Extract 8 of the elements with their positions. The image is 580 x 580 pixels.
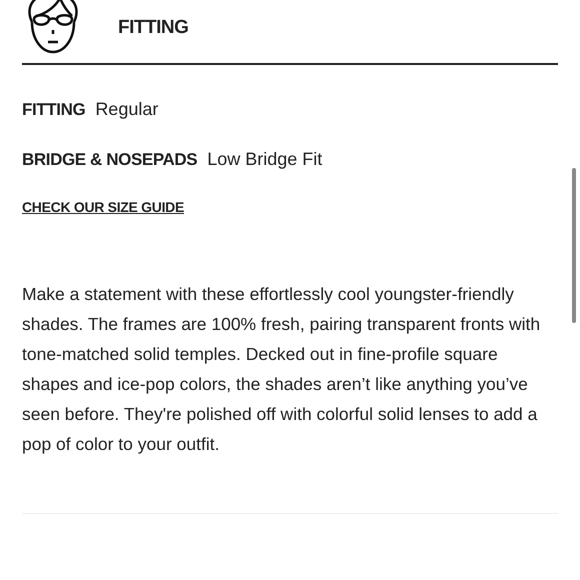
spec-value: Low Bridge Fit	[207, 149, 322, 170]
size-guide-link[interactable]: CHECK OUR SIZE GUIDE	[22, 199, 184, 215]
scrollbar[interactable]	[572, 168, 576, 323]
spec-label: FITTING	[22, 100, 86, 120]
spec-label: BRIDGE & NOSEPADS	[22, 150, 198, 170]
section-title: FITTING	[118, 16, 188, 39]
product-description: Make a statement with these effortlessly cool youngster-friendly shades. The frames are 100% fresh, pairing transparent fronts with tone-matched solid temples. Decked out in fine-profile square shapes and ice-pop colors, the shades aren’t like anything you’ve seen before. They're polished off with colorful solid lenses to add a pop of color to your outfit.	[22, 283, 542, 456]
spec-value: Regular	[95, 99, 158, 120]
